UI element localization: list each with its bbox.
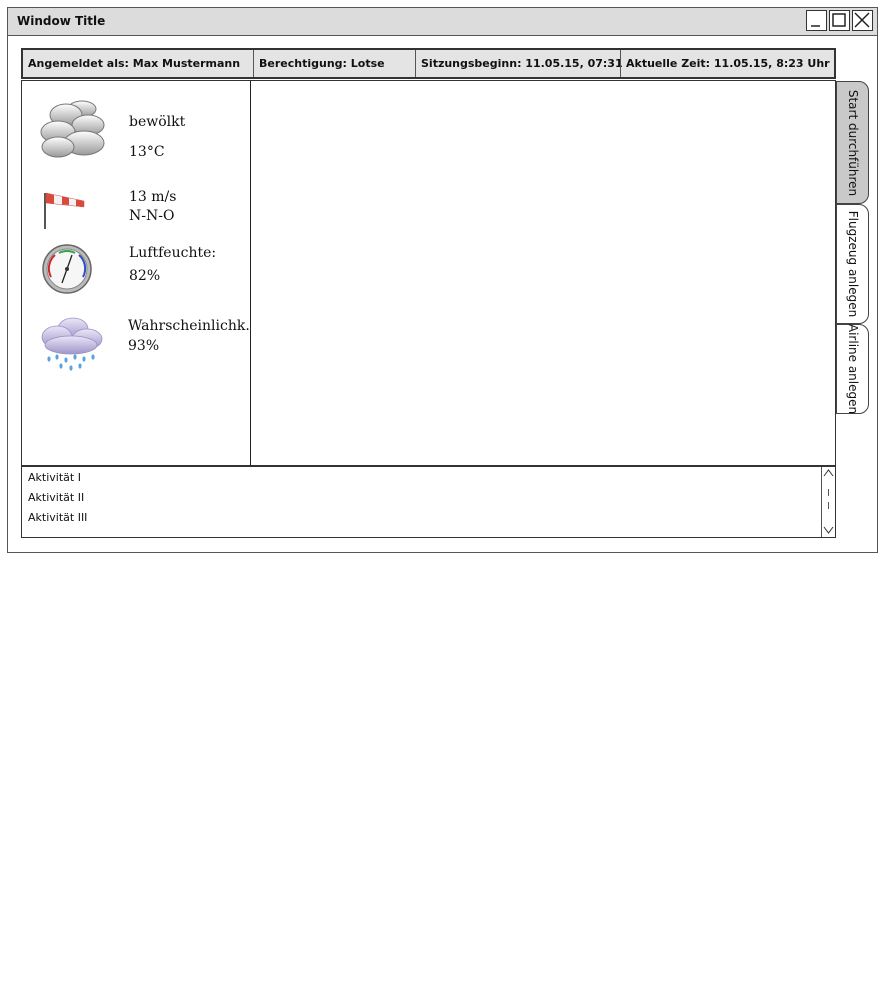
scrollbar-arrows-icon — [823, 469, 834, 534]
cloudy-icon — [40, 100, 105, 158]
logged-in-user: Angemeldet als: Max Mustermann — [28, 57, 241, 70]
temperature: 13°C — [129, 144, 165, 160]
permission: Berechtigung: Lotse — [253, 50, 415, 77]
tab-label: Start durchführen — [845, 89, 860, 196]
session-info-bar: Angemeldet als: Max Mustermann Berechtig… — [21, 48, 836, 79]
weather-panel: bewölkt 13°C 13 m/s N-N-O Luftfeuchte: 8… — [21, 80, 252, 466]
list-item[interactable]: Aktivität III — [28, 511, 87, 524]
precipitation-label: Wahrscheinlichk. — [128, 318, 250, 334]
precipitation-value: 93% — [128, 338, 160, 354]
title-bar[interactable]: Window Title — [8, 8, 877, 36]
humidity-value: 82% — [129, 268, 161, 284]
main-content-area — [251, 80, 836, 466]
maximize-icon — [832, 13, 846, 27]
close-icon — [854, 12, 870, 28]
tab-airline-anlegen[interactable]: Airline anlegen — [836, 324, 869, 414]
minimize-icon — [811, 25, 820, 27]
tab-label: Airline anlegen — [845, 323, 860, 415]
wind-direction: N-N-O — [129, 208, 175, 224]
rain-cloud-icon — [41, 317, 103, 371]
session-start: Sitzungsbeginn: 11.05.15, 07:31 — [415, 50, 623, 77]
weather-condition: bewölkt — [129, 114, 186, 130]
current-time: Aktuelle Zeit: 11.05.15, 8:23 Uhr — [620, 50, 834, 77]
humidity-label: Luftfeuchte: — [129, 245, 217, 261]
scrollbar[interactable] — [821, 467, 835, 537]
window-title: Window Title — [17, 14, 106, 28]
activity-list[interactable]: Aktivität I Aktivität II Aktivität III — [21, 466, 836, 538]
tab-flugzeug-anlegen[interactable]: Flugzeug anlegen — [836, 204, 869, 324]
list-item[interactable]: Aktivität I — [28, 471, 81, 484]
wind-speed: 13 m/s — [129, 189, 177, 205]
tab-label: Flugzeug anlegen — [845, 210, 860, 318]
application-window: Window Title Angemeldet als: Max Musterm… — [7, 7, 878, 553]
list-item[interactable]: Aktivität II — [28, 491, 84, 504]
minimize-button[interactable] — [806, 10, 827, 31]
tab-start-durchfuehren[interactable]: Start durchführen — [836, 81, 869, 204]
maximize-button[interactable] — [829, 10, 850, 31]
windsock-icon — [44, 192, 85, 229]
close-button[interactable] — [852, 10, 873, 31]
hygrometer-icon — [42, 244, 92, 294]
